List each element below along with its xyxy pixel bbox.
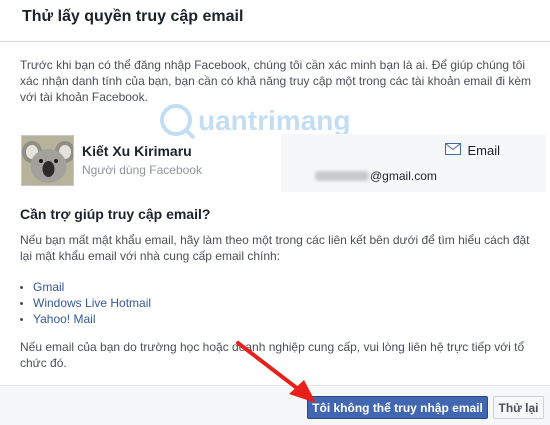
organization-note: Nếu email của bạn do trường học hoặc doa… [20,340,525,370]
list-item: Windows Live Hotmail [20,295,151,311]
list-item: Gmail [20,279,151,295]
help-heading: Cần trợ giúp truy cập email? [20,206,211,222]
email-domain: @gmail.com [370,169,437,183]
koala-avatar-icon [22,136,73,185]
email-address: @gmail.com [315,169,437,183]
yahoo-mail-link[interactable]: Yahoo! Mail [33,311,95,327]
hotmail-link[interactable]: Windows Live Hotmail [33,295,151,311]
cannot-access-email-button[interactable]: Tôi không thể truy nhập email [307,396,488,419]
intro-text: Trước khi bạn có thể đăng nhập Facebook,… [20,58,531,104]
profile-subtitle: Người dùng Facebook [82,163,202,177]
list-item: Yahoo! Mail [20,311,151,327]
profile-name: Kiết Xu Kirimaru [82,143,192,159]
bullet-icon [20,285,23,289]
email-panel: Email @gmail.com [281,134,546,192]
help-text: Nếu bạn mất mật khẩu email, hãy làm theo… [20,233,530,263]
avatar [21,135,74,186]
gmail-link[interactable]: Gmail [33,279,64,295]
bullet-icon [20,301,23,305]
redacted-email-user [315,171,369,181]
provider-list: Gmail Windows Live Hotmail Yahoo! Mail [20,279,151,327]
retry-button[interactable]: Thử lại [493,396,544,419]
email-label: Email [467,143,500,158]
envelope-icon [445,143,462,158]
watermark-text: uantrimang [198,105,350,136]
dialog-header: Thử lấy quyền truy cập email [0,0,550,42]
dialog-footer: Tôi không thể truy nhập email Thử lại [0,385,550,425]
email-header: Email [445,143,500,158]
dialog-title: Thử lấy quyền truy cập email [22,8,244,25]
bullet-icon [20,317,23,321]
